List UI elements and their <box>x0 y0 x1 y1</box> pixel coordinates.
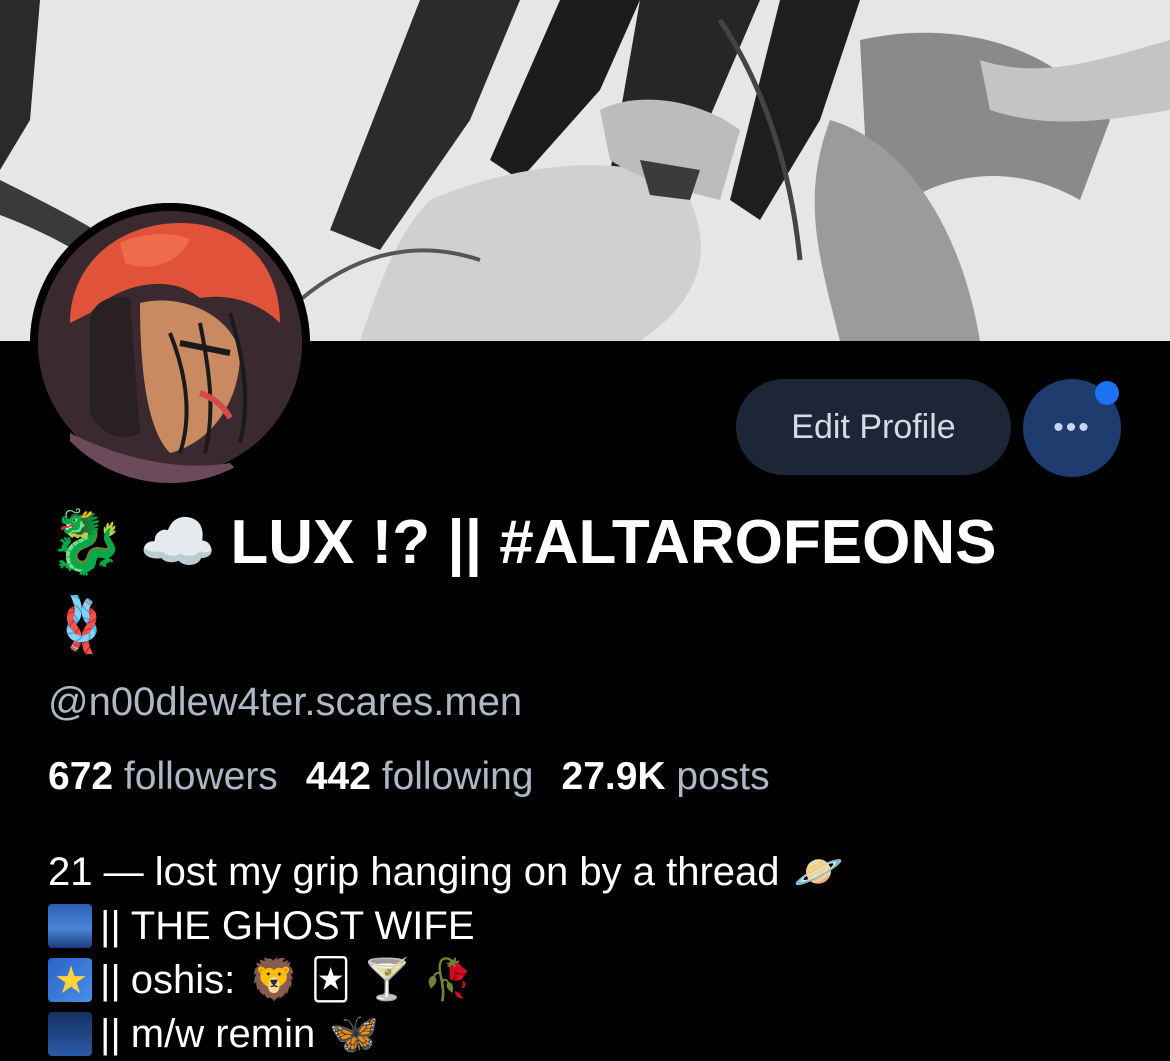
oshi-emoji-icons: 🦁 🃏 🍸 🥀 <box>249 958 473 1002</box>
notification-dot <box>1095 381 1119 405</box>
edit-profile-label: Edit Profile <box>791 407 956 446</box>
posts-count: 27.9K <box>561 755 666 798</box>
display-name: 🐉 ☁️ LUX !? || #ALTAROFEONS <box>48 505 996 581</box>
posts-stat: 27.9K posts <box>562 755 770 799</box>
bio-line-4-text: m/w remin <box>130 1012 316 1056</box>
display-name-text: LUX !? || #ALTAROFEONS <box>230 508 997 577</box>
cloud-emoji-icon: ☁️ <box>139 508 217 577</box>
bio-line-1: 21 — lost my grip hanging on by a thread… <box>48 845 843 899</box>
ellipsis-icon: ••• <box>1053 411 1091 444</box>
bio-line-3-text: oshis: <box>130 958 236 1002</box>
butterfly-emoji-icon: 🦋 <box>329 1012 380 1056</box>
followers-count: 672 <box>48 755 114 798</box>
night-city-icon <box>48 1012 92 1056</box>
avatar-artwork <box>30 203 310 483</box>
followers-stat[interactable]: 672 followers <box>48 755 278 799</box>
bio-line-2-text: THE GHOST WIFE <box>130 904 475 948</box>
edit-profile-button[interactable]: Edit Profile <box>736 379 1011 475</box>
bio-separator: || <box>100 1012 121 1056</box>
bio-line-3: || oshis: 🦁 🃏 🍸 🥀 <box>48 953 843 1008</box>
posts-label: posts <box>676 755 770 798</box>
following-count: 442 <box>305 755 371 798</box>
bio-line-4: || m/w remin 🦋 <box>48 1007 843 1061</box>
dragon-emoji-icon: 🐉 <box>48 508 126 577</box>
following-stat[interactable]: 442 following <box>306 755 534 799</box>
bio-separator: || <box>100 958 121 1002</box>
avatar[interactable] <box>30 203 310 483</box>
following-label: following <box>381 755 534 798</box>
cityscape-icon <box>48 904 92 948</box>
bio-line-2: || THE GHOST WIFE <box>48 899 843 953</box>
star-tile-icon <box>48 954 92 1008</box>
profile-stats: 672 followers 442 following 27.9K posts <box>48 755 798 799</box>
knot-emoji-icon: 🪢 <box>48 595 116 655</box>
planet-emoji-icon: 🪐 <box>793 850 844 894</box>
bio-separator: || <box>100 904 121 948</box>
profile-bio: 21 — lost my grip hanging on by a thread… <box>48 845 843 1061</box>
bio-line-1-text: 21 — lost my grip hanging on by a thread <box>48 850 780 894</box>
followers-label: followers <box>123 755 278 798</box>
profile-handle: @n00dlew4ter.scares.men <box>48 680 523 724</box>
